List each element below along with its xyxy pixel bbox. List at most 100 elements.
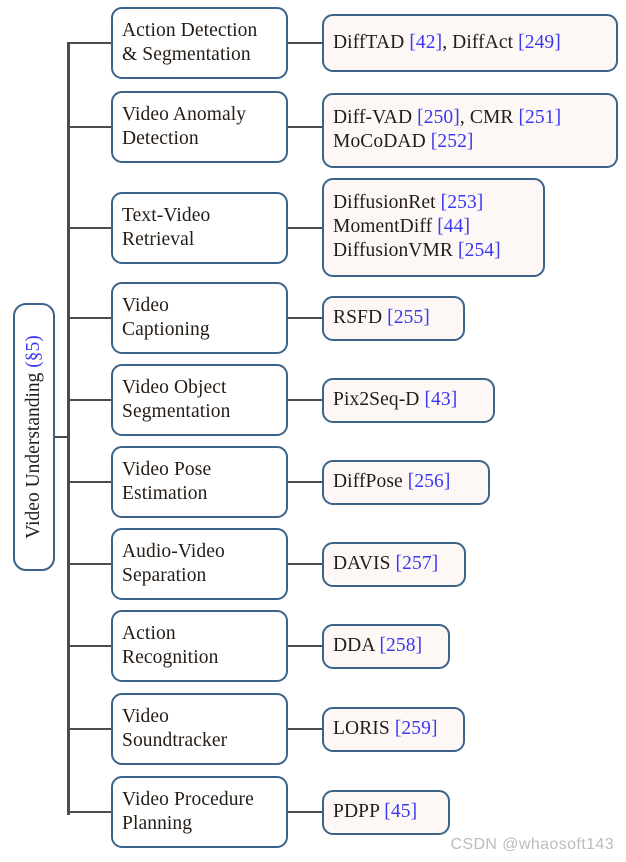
refs-node-1-line-1: DiffTAD [42], DiffAct [249] xyxy=(333,31,608,55)
task-node-1[interactable]: Action Detection & Segmentation xyxy=(111,7,288,79)
method-name-1-1-3: , DiffAct xyxy=(442,31,519,53)
method-name-4-1-1: RSFD xyxy=(333,307,388,329)
refs-node-10-line-1: PDPP [45] xyxy=(333,800,440,824)
task-node-4[interactable]: Video Captioning xyxy=(111,282,288,354)
root-label-text: Video Understanding xyxy=(23,367,44,539)
task-node-4-line-2: Captioning xyxy=(122,318,210,340)
task-node-6-line-1: Video Pose xyxy=(122,458,212,480)
task-node-9[interactable]: Video Soundtracker xyxy=(111,693,288,765)
refs-line-9 xyxy=(286,727,324,731)
method-name-3-2-1: MomentDiff xyxy=(333,216,438,238)
refs-node-5[interactable]: Pix2Seq-D [43] xyxy=(322,378,495,423)
branch-line-5 xyxy=(67,398,113,402)
method-name-10-1-1: PDPP xyxy=(333,801,385,823)
citation-1-1-4[interactable]: [249] xyxy=(518,32,561,53)
task-node-4-line-1: Video xyxy=(122,294,169,316)
task-node-1-line-2: & Segmentation xyxy=(122,43,251,65)
citation-1-1-2[interactable]: [42] xyxy=(409,32,442,53)
refs-node-4[interactable]: RSFD [255] xyxy=(322,296,465,341)
refs-line-4 xyxy=(286,316,324,320)
refs-node-5-line-1: Pix2Seq-D [43] xyxy=(333,388,485,412)
branch-line-3 xyxy=(67,226,113,230)
refs-line-3 xyxy=(286,226,324,230)
refs-line-1 xyxy=(286,41,324,45)
watermark: CSDN @whaosoft143 xyxy=(450,836,614,853)
refs-node-2-line-1: Diff-VAD [250], CMR [251] xyxy=(333,106,608,130)
task-node-7-line-2: Separation xyxy=(122,564,207,586)
method-name-7-1-1: DAVIS xyxy=(333,553,396,575)
task-node-2-line-1: Video Anomaly xyxy=(122,103,247,125)
method-name-1-1-1: DiffTAD xyxy=(333,31,410,53)
refs-node-3-line-3: DiffusionVMR [254] xyxy=(333,239,535,263)
task-node-7-line-1: Audio-Video xyxy=(122,540,225,562)
root-label-section: (§5) xyxy=(23,335,44,368)
branch-line-4 xyxy=(67,316,113,320)
citation-9-1-2[interactable]: [259] xyxy=(395,718,438,739)
branch-line-8 xyxy=(67,644,113,648)
method-name-2-2-1: MoCoDAD xyxy=(333,131,431,152)
refs-line-5 xyxy=(286,398,324,402)
root-node-video-understanding[interactable]: Video Understanding (§5) xyxy=(13,303,55,571)
task-node-10-line-2: Planning xyxy=(122,812,193,834)
refs-node-4-line-1: RSFD [255] xyxy=(333,306,455,330)
method-name-3-1-1: DiffusionRet xyxy=(333,192,441,214)
refs-node-10[interactable]: PDPP [45] xyxy=(322,790,450,835)
citation-7-1-2[interactable]: [257] xyxy=(396,553,439,574)
method-name-6-1-1: DiffPose xyxy=(333,471,408,493)
refs-node-2[interactable]: Diff-VAD [250], CMR [251] MoCoDAD [252] xyxy=(322,93,618,168)
refs-line-2 xyxy=(286,125,324,129)
refs-node-1[interactable]: DiffTAD [42], DiffAct [249] xyxy=(322,14,618,72)
refs-line-8 xyxy=(286,644,324,648)
citation-10-1-2[interactable]: [45] xyxy=(384,801,417,822)
branch-line-2 xyxy=(67,125,113,129)
citation-2-1-2[interactable]: [250] xyxy=(417,107,460,128)
task-node-9-line-2: Soundtracker xyxy=(122,729,228,751)
citation-3-3-2[interactable]: [254] xyxy=(458,240,501,261)
refs-node-2-line-2: MoCoDAD [252] xyxy=(333,130,608,154)
task-node-1-line-1: Action Detection xyxy=(122,19,258,41)
refs-node-7[interactable]: DAVIS [257] xyxy=(322,542,466,587)
task-node-8-line-1: Action xyxy=(122,622,176,644)
task-node-8-line-2: Recognition xyxy=(122,646,219,668)
method-name-5-1-1: Pix2Seq-D xyxy=(333,389,425,411)
refs-node-6[interactable]: DiffPose [256] xyxy=(322,460,490,505)
citation-2-1-4[interactable]: [251] xyxy=(518,107,561,128)
refs-node-6-line-1: DiffPose [256] xyxy=(333,470,480,494)
refs-node-8-line-1: DDA [258] xyxy=(333,634,440,658)
task-node-5-line-2: Segmentation xyxy=(122,400,231,422)
task-node-2[interactable]: Video Anomaly Detection xyxy=(111,91,288,163)
refs-node-9-line-1: LORIS [259] xyxy=(333,717,455,741)
citation-8-1-2[interactable]: [258] xyxy=(379,635,422,656)
refs-node-8[interactable]: DDA [258] xyxy=(322,624,450,669)
citation-6-1-2[interactable]: [256] xyxy=(408,471,451,492)
task-node-6-line-2: Estimation xyxy=(122,482,208,504)
task-node-8[interactable]: Action Recognition xyxy=(111,610,288,682)
citation-4-1-2[interactable]: [255] xyxy=(387,307,430,328)
refs-line-6 xyxy=(286,480,324,484)
refs-node-3[interactable]: DiffusionRet [253] MomentDiff [44] Diffusi… xyxy=(322,178,545,277)
citation-3-2-2[interactable]: [44] xyxy=(437,216,470,237)
task-node-10[interactable]: Video Procedure Planning xyxy=(111,776,288,848)
task-node-10-line-1: Video Procedure xyxy=(122,788,254,810)
refs-node-9[interactable]: LORIS [259] xyxy=(322,707,465,752)
branch-line-10 xyxy=(67,810,113,814)
taxonomy-diagram: Video Understanding (§5) Action Detectio… xyxy=(0,0,626,862)
refs-line-10 xyxy=(286,810,324,814)
citation-5-1-2[interactable]: [43] xyxy=(424,389,457,410)
task-node-5[interactable]: Video Object Segmentation xyxy=(111,364,288,436)
refs-node-3-line-1: DiffusionRet [253] xyxy=(333,191,535,215)
method-name-8-1-1: DDA xyxy=(333,635,380,657)
task-node-3-line-1: Text-Video xyxy=(122,204,211,226)
citation-3-1-2[interactable]: [253] xyxy=(441,192,484,213)
task-node-6[interactable]: Video Pose Estimation xyxy=(111,446,288,518)
task-node-3[interactable]: Text-Video Retrieval xyxy=(111,192,288,264)
method-name-2-1-3: , CMR xyxy=(459,107,519,129)
citation-2-2-2[interactable]: [252] xyxy=(431,131,474,152)
task-node-7[interactable]: Audio-Video Separation xyxy=(111,528,288,600)
method-name-3-3-1: DiffusionVMR xyxy=(333,239,458,261)
refs-line-7 xyxy=(286,562,324,566)
trunk-line xyxy=(67,43,70,815)
root-node-label: Video Understanding (§5) xyxy=(23,335,45,539)
method-name-2-1-1: Diff-VAD xyxy=(333,107,418,129)
branch-line-7 xyxy=(67,562,113,566)
